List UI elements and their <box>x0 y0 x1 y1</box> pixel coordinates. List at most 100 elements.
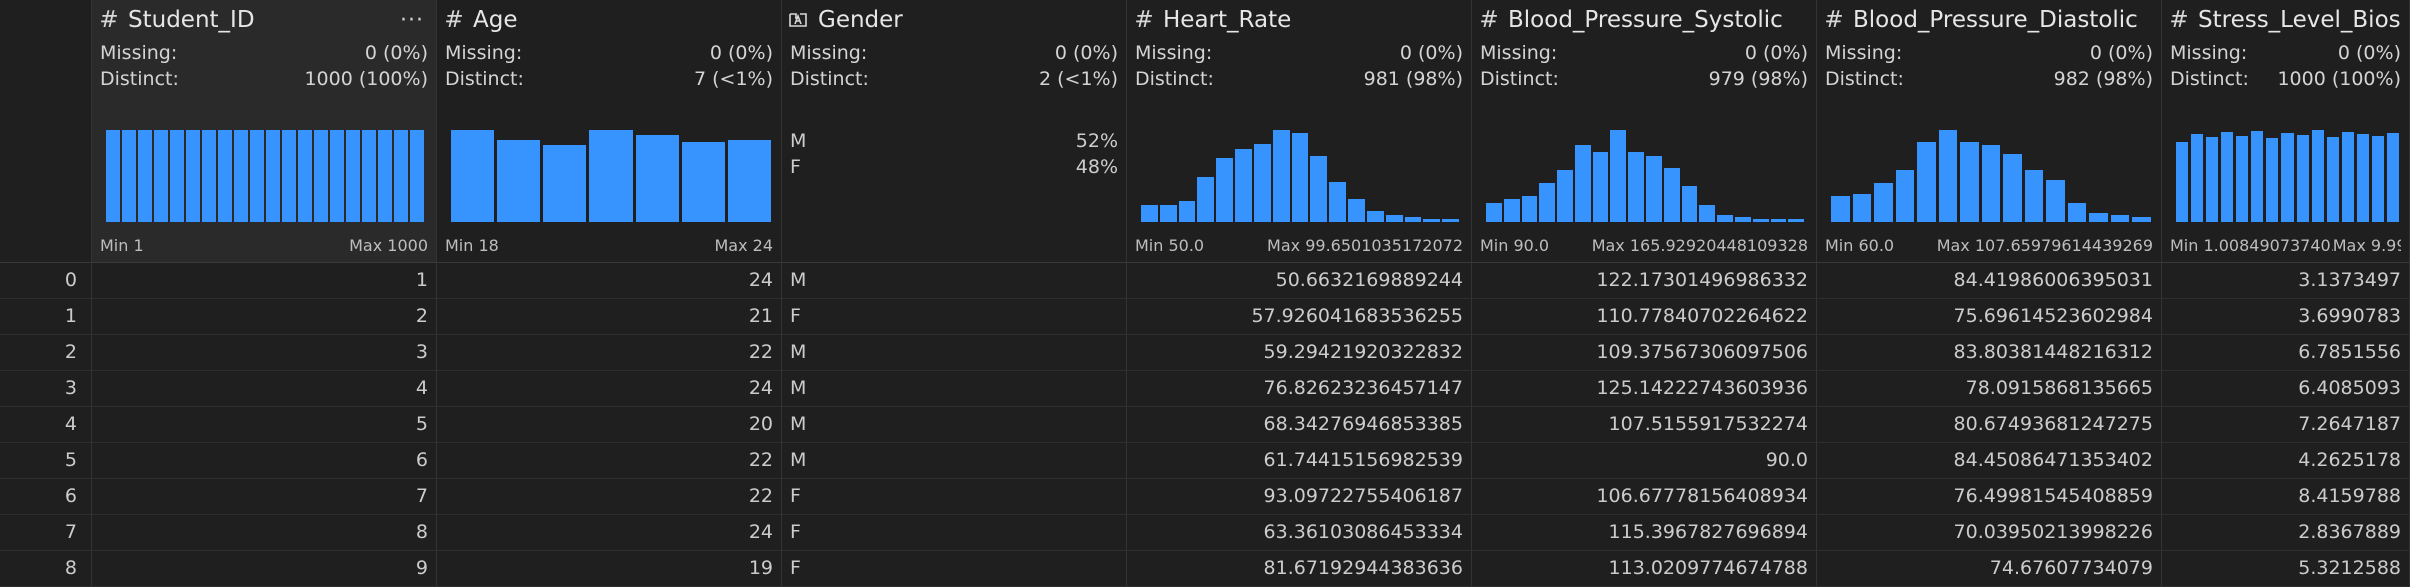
row-index: 0 <box>0 263 92 299</box>
table-cell[interactable]: 8 <box>92 515 437 551</box>
column-title[interactable]: # Blood_Pressure_Systolic <box>1478 0 1808 40</box>
table-cell[interactable]: 70.03950213998226 <box>1817 515 2162 551</box>
table-cell[interactable]: 6.4085093 <box>2162 371 2410 407</box>
table-cell[interactable]: M <box>782 371 1127 407</box>
table-cell[interactable]: 61.74415156982539 <box>1127 443 1472 479</box>
column-title[interactable]: Gender <box>788 0 1118 40</box>
table-cell[interactable]: 22 <box>437 335 782 371</box>
table-cell[interactable]: 115.3967827696894 <box>1472 515 1817 551</box>
table-cell[interactable]: 8.4159788 <box>2162 479 2410 515</box>
table-cell[interactable]: 50.6632169889244 <box>1127 263 1472 299</box>
table-cell[interactable]: 20 <box>437 407 782 443</box>
table-cell[interactable]: 7.2647187 <box>2162 407 2410 443</box>
table-cell[interactable]: 21 <box>437 299 782 335</box>
table-cell[interactable]: 90.0 <box>1472 443 1817 479</box>
histogram-bar <box>635 134 679 222</box>
table-cell[interactable]: 24 <box>437 515 782 551</box>
table-cell[interactable]: 81.67192944383636 <box>1127 551 1472 587</box>
table-cell[interactable]: F <box>782 515 1127 551</box>
table-cell[interactable]: 122.17301496986332 <box>1472 263 1817 299</box>
table-cell[interactable]: 6 <box>92 443 437 479</box>
table-cell[interactable]: 5.3212588 <box>2162 551 2410 587</box>
table-cell[interactable]: 9 <box>92 551 437 587</box>
more-options-icon[interactable]: ··· <box>400 8 424 33</box>
table-cell[interactable]: 93.09722755406187 <box>1127 479 1472 515</box>
histogram-bar <box>266 130 280 222</box>
table-cell[interactable]: 6.7851556 <box>2162 335 2410 371</box>
table-cell[interactable]: 107.5155917532274 <box>1472 407 1817 443</box>
table-cell[interactable]: 57.926041683536255 <box>1127 299 1472 335</box>
table-cell[interactable]: 7 <box>92 479 437 515</box>
column-title[interactable]: # Heart_Rate <box>1133 0 1463 40</box>
column-title[interactable]: # Age <box>443 0 773 40</box>
table-cell[interactable]: 2.8367889 <box>2162 515 2410 551</box>
table-cell[interactable]: 63.36103086453334 <box>1127 515 1472 551</box>
table-cell[interactable]: 68.34276946853385 <box>1127 407 1472 443</box>
table-cell[interactable]: 106.67778156408934 <box>1472 479 1817 515</box>
table-cell[interactable]: 80.67493681247275 <box>1817 407 2162 443</box>
histogram-bar <box>2251 131 2264 222</box>
table-cell[interactable]: 2 <box>92 299 437 335</box>
column-header-blood-pressure-systolic[interactable]: # Blood_Pressure_Systolic Missing: 0 (0%) Di… <box>1472 0 1817 263</box>
table-cell[interactable]: 110.77840702264622 <box>1472 299 1817 335</box>
column-title[interactable]: # Stress_Level_Biosensor <box>2168 0 2401 40</box>
table-cell[interactable]: 22 <box>437 479 782 515</box>
table-cell[interactable]: 4.2625178 <box>2162 443 2410 479</box>
column-header-age[interactable]: # Age Missing: 0 (0%) Distinct: 7 (<1%) Min 18… <box>437 0 782 263</box>
stat-value: 2 (<1%) <box>1038 68 1118 90</box>
histogram-bar <box>2206 137 2219 222</box>
table-cell[interactable]: 83.80381448216312 <box>1817 335 2162 371</box>
column-title[interactable]: # Blood_Pressure_Diastolic <box>1823 0 2153 40</box>
histogram-bar <box>106 130 120 222</box>
histogram-bar <box>1272 130 1290 222</box>
table-cell[interactable]: 24 <box>437 371 782 407</box>
table-cell[interactable]: 3.6990783 <box>2162 299 2410 335</box>
table-cell[interactable]: 59.29421920322832 <box>1127 335 1472 371</box>
stat-value: 979 (98%) <box>1708 68 1808 90</box>
column-header-student-id[interactable]: # Student_ID ··· Missing: 0 (0%) Distinct: 100… <box>92 0 437 263</box>
histogram-bar <box>2024 170 2044 222</box>
column-header-stress-level-biosensor[interactable]: #Stress_Level_BiosensorMissing:0 (0%)Dis… <box>2162 0 2410 263</box>
table-cell[interactable]: F <box>782 299 1127 335</box>
table-cell[interactable]: 5 <box>92 407 437 443</box>
table-cell[interactable]: 76.82623236457147 <box>1127 371 1472 407</box>
column-title[interactable]: # Student_ID <box>98 0 428 40</box>
table-cell[interactable]: F <box>782 551 1127 587</box>
table-cell[interactable]: 76.49981545408859 <box>1817 479 2162 515</box>
column-header-heart-rate[interactable]: # Heart_Rate Missing: 0 (0%) Distinct: 981 (9… <box>1127 0 1472 263</box>
histogram-bar <box>1235 148 1252 222</box>
table-cell[interactable]: 19 <box>437 551 782 587</box>
table-cell[interactable]: 84.41986006395031 <box>1817 263 2162 299</box>
column-name: Age <box>473 7 518 33</box>
stat-label: Missing: <box>2170 42 2248 64</box>
table-cell[interactable]: 109.37567306097506 <box>1472 335 1817 371</box>
table-cell[interactable]: 84.45086471353402 <box>1817 443 2162 479</box>
table-cell[interactable]: 3 <box>92 335 437 371</box>
stat-value: 981 (98%) <box>1363 68 1463 90</box>
table-cell[interactable]: 75.69614523602984 <box>1817 299 2162 335</box>
stat-missing: Missing: 0 (0%) <box>790 40 1118 66</box>
histogram-bar <box>2341 132 2354 222</box>
max-value: Max 24 <box>714 236 773 255</box>
table-cell[interactable]: 78.0915868135665 <box>1817 371 2162 407</box>
table-cell[interactable]: 113.0209774674788 <box>1472 551 1817 587</box>
table-cell[interactable]: 4 <box>92 371 437 407</box>
histogram-bar <box>2089 212 2108 222</box>
table-cell[interactable]: 125.14222743603936 <box>1472 371 1817 407</box>
table-cell[interactable]: 22 <box>437 443 782 479</box>
table-cell[interactable]: F <box>782 479 1127 515</box>
stat-missing: Missing: 0 (0%) <box>1135 40 1463 66</box>
table-cell[interactable]: 74.67607734079 <box>1817 551 2162 587</box>
table-cell[interactable]: M <box>782 443 1127 479</box>
table-cell[interactable]: 1 <box>92 263 437 299</box>
table-cell[interactable]: M <box>782 263 1127 299</box>
table-cell[interactable]: 24 <box>437 263 782 299</box>
table-cell[interactable]: M <box>782 407 1127 443</box>
numeric-type-icon: # <box>2169 7 2189 33</box>
numeric-type-icon: # <box>1134 7 1154 33</box>
histogram-bar <box>2371 136 2384 222</box>
column-header-gender[interactable]: Gender Missing: 0 (0%) Distinct: 2 (<1%) M 52%… <box>782 0 1127 263</box>
table-cell[interactable]: 3.1373497 <box>2162 263 2410 299</box>
table-cell[interactable]: M <box>782 335 1127 371</box>
column-header-blood-pressure-diastolic[interactable]: # Blood_Pressure_Diastolic Missing: 0 (0%) D… <box>1817 0 2162 263</box>
